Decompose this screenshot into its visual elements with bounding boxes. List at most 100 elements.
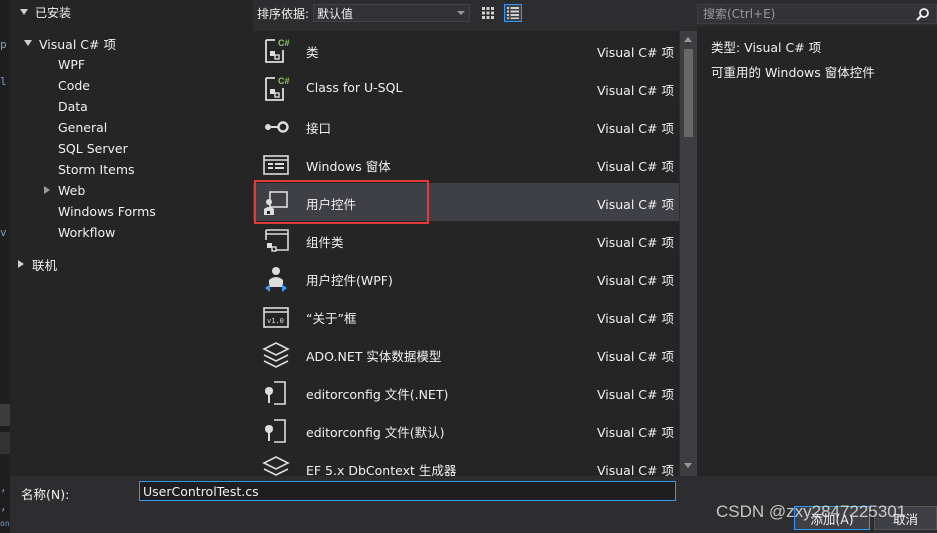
tree-item-general[interactable]: General: [58, 117, 107, 137]
template-list-scrollbar[interactable]: [680, 31, 697, 476]
editor-fragment: p: [0, 38, 7, 51]
user-control-icon: [264, 191, 288, 215]
sort-label: 排序依据:: [257, 7, 310, 21]
template-item-user-control[interactable]: 用户控件 Visual C# 项: [253, 183, 679, 221]
template-language: Visual C# 项: [597, 349, 674, 364]
name-label: 名称(N):: [21, 487, 70, 502]
template-language: Visual C# 项: [597, 83, 674, 98]
svg-text:C#: C#: [278, 38, 290, 48]
template-item-windows-form[interactable]: Windows 窗体 Visual C# 项: [253, 145, 679, 183]
editor-fragment: on: [0, 519, 10, 528]
editor-block: [0, 432, 10, 454]
template-language: Visual C# 项: [597, 197, 674, 212]
item-description: 可重用的 Windows 窗体控件: [711, 65, 875, 80]
tree-item-workflow[interactable]: Workflow: [58, 222, 115, 242]
sort-dropdown[interactable]: 默认值: [313, 4, 470, 22]
sort-toolbar: 排序依据: 默认值: [253, 0, 697, 26]
tree-item-label: Web: [58, 182, 86, 198]
template-name: editorconfig 文件(默认): [306, 425, 445, 440]
template-language: Visual C# 项: [597, 425, 674, 440]
details-pane: 类型: Visual C# 项 可重用的 Windows 窗体控件: [697, 26, 937, 476]
tree-item-online[interactable]: 联机: [18, 254, 57, 274]
wpf-user-control-icon: [265, 267, 287, 292]
template-language: Visual C# 项: [597, 387, 674, 402]
template-language: Visual C# 项: [597, 45, 674, 60]
grid-view-icon: [482, 7, 494, 19]
windows-form-icon: [263, 155, 289, 175]
template-language: Visual C# 项: [597, 273, 674, 288]
template-list: C# 类 Visual C# 项 C# Class for U-SQL Visu…: [253, 31, 679, 476]
collapsed-arrow-icon: [44, 186, 50, 194]
interface-icon: [265, 121, 289, 133]
template-item-ado-model[interactable]: ADO.NET 实体数据模型 Visual C# 项: [253, 335, 679, 373]
template-search[interactable]: [697, 4, 937, 24]
tree-item-visual-csharp[interactable]: Visual C# 项: [24, 33, 116, 53]
editor-fragment: ,: [0, 500, 7, 513]
grid-view-button[interactable]: [479, 4, 497, 22]
template-item-class[interactable]: C# 类 Visual C# 项: [253, 31, 679, 69]
tree-item-wpf[interactable]: WPF: [58, 54, 85, 74]
template-name: Class for U-SQL: [306, 80, 403, 95]
template-item-wpf-user-control[interactable]: 用户控件(WPF) Visual C# 项: [253, 259, 679, 297]
component-class-icon: [265, 229, 289, 252]
expanded-arrow-icon: [24, 40, 32, 46]
tree-item-code[interactable]: Code: [58, 75, 90, 95]
template-item-about-box[interactable]: v1.0 “关于”框 Visual C# 项: [253, 297, 679, 335]
template-name: ADO.NET 实体数据模型: [306, 349, 442, 364]
tree-item-sql-server[interactable]: SQL Server: [58, 138, 128, 158]
category-tree: 已安装 Visual C# 项 WPF Code Data General SQ…: [10, 0, 253, 476]
tree-installed-header[interactable]: 已安装: [20, 3, 71, 21]
template-item-interface[interactable]: 接口 Visual C# 项: [253, 107, 679, 145]
ef-generator-icon: [262, 456, 290, 476]
list-view-button[interactable]: [504, 4, 522, 22]
template-name: editorconfig 文件(.NET): [306, 387, 449, 402]
expanded-arrow-icon: [20, 9, 28, 15]
template-name: “关于”框: [306, 311, 357, 326]
file-name-input[interactable]: [139, 481, 676, 501]
add-button[interactable]: 添加(A): [794, 506, 870, 530]
background-editor-strip: p l v , , on: [0, 0, 10, 533]
chevron-down-icon: [457, 11, 465, 15]
template-item-component-class[interactable]: 组件类 Visual C# 项: [253, 221, 679, 259]
template-name: 接口: [306, 121, 332, 136]
scroll-down-icon[interactable]: [684, 463, 692, 468]
class-icon: C#: [265, 38, 290, 63]
template-name: Windows 窗体: [306, 159, 391, 174]
scroll-up-icon[interactable]: [684, 37, 692, 42]
tree-item-windows-forms[interactable]: Windows Forms: [58, 201, 156, 221]
editor-fragment: ,: [0, 481, 7, 494]
template-item-ef-generator[interactable]: EF 5.x DbContext 生成器 Visual C# 项: [253, 449, 679, 476]
template-item-class-usql[interactable]: C# Class for U-SQL Visual C# 项: [253, 69, 679, 107]
tree-item-storm-items[interactable]: Storm Items: [58, 159, 135, 179]
editorconfig-icon: [265, 381, 286, 405]
search-input[interactable]: [703, 7, 903, 21]
template-item-editorconfig-default[interactable]: editorconfig 文件(默认) Visual C# 项: [253, 411, 679, 449]
tree-item-web[interactable]: Web: [44, 180, 85, 200]
template-language: Visual C# 项: [597, 235, 674, 250]
template-name: 组件类: [306, 235, 344, 250]
editorconfig-icon: [265, 419, 286, 443]
installed-label: 已安装: [35, 5, 72, 20]
scroll-thumb[interactable]: [684, 49, 693, 137]
svg-text:C#: C#: [278, 76, 290, 86]
template-name: 用户控件(WPF): [306, 273, 393, 288]
editor-fragment: l: [0, 75, 7, 88]
template-language: Visual C# 项: [597, 121, 674, 136]
template-item-editorconfig-net[interactable]: editorconfig 文件(.NET) Visual C# 项: [253, 373, 679, 411]
template-language: Visual C# 项: [597, 311, 674, 326]
collapsed-arrow-icon: [18, 260, 24, 268]
about-box-icon: v1.0: [263, 307, 289, 328]
class-usql-icon: C#: [265, 76, 290, 101]
tree-item-label: Visual C# 项: [39, 36, 116, 52]
cancel-button[interactable]: 取消: [874, 506, 937, 530]
template-name: EF 5.x DbContext 生成器: [306, 463, 457, 476]
tree-item-data[interactable]: Data: [58, 96, 88, 116]
item-type: 类型: Visual C# 项: [711, 40, 822, 55]
svg-text:v1.0: v1.0: [267, 317, 284, 325]
dialog-footer: 名称(N): 添加(A) 取消: [10, 476, 937, 533]
template-language: Visual C# 项: [597, 463, 674, 476]
search-icon[interactable]: [916, 7, 930, 21]
list-view-icon: [507, 7, 519, 19]
template-name: 类: [306, 45, 319, 60]
ado-model-icon: [262, 342, 290, 368]
